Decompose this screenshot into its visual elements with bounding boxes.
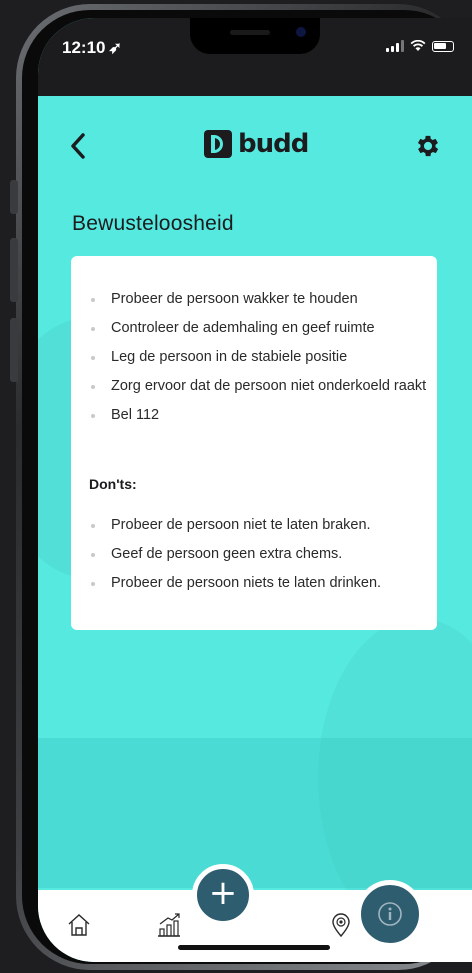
status-time: 12:10 ➶ — [62, 38, 122, 58]
volume-down-button — [10, 318, 18, 382]
logo-text: budd — [238, 129, 309, 159]
page-title: Bewusteloosheid — [72, 212, 234, 235]
list-item: Bel 112 — [89, 404, 429, 427]
settings-button[interactable] — [414, 132, 442, 160]
location-arrow-icon: ➶ — [108, 40, 122, 57]
list-item: Probeer de persoon niet te laten braken. — [89, 514, 429, 537]
list-item: Probeer de persoon wakker te houden — [89, 288, 429, 311]
battery-icon — [432, 40, 454, 52]
nav-locations[interactable] — [328, 912, 354, 938]
donts-list: Probeer de persoon niet te laten braken.… — [89, 514, 429, 601]
list-item: Geef de persoon geen extra chems. — [89, 543, 429, 566]
status-icons — [386, 40, 454, 52]
chart-icon — [158, 913, 180, 937]
front-camera — [296, 27, 306, 37]
speaker-grille — [230, 30, 270, 35]
list-item: Controleer de ademhaling en geef ruimte — [89, 317, 429, 340]
wifi-icon — [410, 40, 426, 51]
clock-text: 12:10 — [62, 38, 106, 57]
list-item: Probeer de persoon niets te laten drinke… — [89, 572, 429, 595]
home-indicator — [178, 945, 330, 950]
info-button[interactable] — [356, 880, 424, 948]
location-pin-icon — [332, 913, 350, 938]
list-item: Leg de persoon in de stabiele positie — [89, 346, 429, 369]
cellular-signal-icon — [386, 40, 404, 52]
nav-home[interactable] — [66, 912, 92, 938]
notch — [190, 18, 320, 54]
info-card: Probeer de persoon wakker te houden Cont… — [71, 256, 437, 630]
gear-icon — [417, 135, 439, 157]
logo-mark-icon — [204, 130, 232, 158]
add-button[interactable]: + — [192, 864, 254, 926]
info-icon — [378, 902, 402, 926]
nav-stats[interactable] — [156, 912, 182, 938]
status-bar: 12:10 ➶ — [38, 18, 472, 96]
home-icon — [68, 914, 90, 936]
donts-heading: Don'ts: — [89, 476, 137, 492]
chevron-left-icon — [71, 133, 85, 159]
background-shade — [38, 738, 472, 888]
dos-list: Probeer de persoon wakker te houden Cont… — [89, 288, 429, 433]
app-logo: budd — [204, 129, 309, 159]
back-button[interactable] — [68, 132, 90, 160]
app-header: budd — [38, 96, 472, 196]
list-item: Zorg ervoor dat de persoon niet onderkoe… — [89, 375, 429, 398]
app-screen: 12:10 ➶ budd Bewusteloosheid Probeer de … — [38, 18, 472, 962]
mute-switch — [10, 180, 18, 214]
volume-up-button — [10, 238, 18, 302]
